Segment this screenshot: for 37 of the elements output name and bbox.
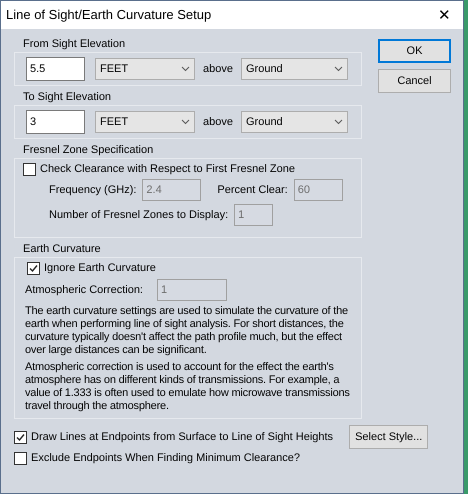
dialog-button[interactable]: Cancel: [378, 69, 451, 93]
checkbox-label: Draw Lines at Endpoints from Surface to Line of Sight Heights: [31, 430, 334, 444]
chevron-down-icon: [334, 66, 343, 72]
chevron-down-icon: [334, 119, 343, 125]
group-title: Fresnel Zone Specification: [23, 143, 154, 157]
field-label: Percent Clear:: [217, 183, 288, 197]
group-title: To Sight Elevation: [23, 90, 112, 104]
check-icon: [29, 264, 38, 272]
dropdown[interactable]: FEET: [95, 111, 195, 133]
chevron-down-icon: [181, 119, 190, 125]
chevron-down-icon: [181, 66, 190, 72]
check-icon: [16, 432, 25, 442]
above-label: above: [203, 115, 233, 129]
dropdown[interactable]: Ground: [240, 111, 348, 133]
field-label: Atmospheric Correction:: [25, 283, 143, 297]
checkbox-label: Ignore Earth Curvature: [44, 261, 156, 275]
checkbox[interactable]: [23, 162, 36, 176]
field-label: Number of Fresnel Zones to Display:: [49, 208, 228, 222]
dropdown[interactable]: Ground: [240, 58, 348, 80]
checkbox-label: Check Clearance with Respect to First Fresnel Zone: [40, 162, 295, 176]
window-title: Line of Sight/Earth Curvature Setup: [6, 8, 212, 22]
checkbox-label: Exclude Endpoints When Finding Minimum Clearance?: [31, 451, 300, 465]
above-label: above: [203, 62, 233, 76]
checkbox[interactable]: [27, 262, 40, 274]
checkbox[interactable]: [14, 430, 27, 444]
select-style-button[interactable]: Select Style...: [349, 425, 428, 449]
dropdown[interactable]: FEET: [95, 58, 195, 80]
elevation-field[interactable]: 3: [26, 110, 85, 134]
close-button[interactable]: ✕: [438, 8, 451, 22]
elevation-field[interactable]: 5.5: [26, 57, 85, 81]
description-text: The earth curvature settings are used to simulate the curvature of the earth when performing line of sight analysis. For short distances, the curvature typically doesn't affect the path profile much, but the effect over large distances can be significant.: [25, 305, 349, 357]
group-title: From Sight Elevation: [23, 37, 126, 51]
group-title: Earth Curvature: [23, 242, 102, 256]
dialog-button[interactable]: OK: [378, 39, 451, 63]
description-text: Atmospheric correction is used to account for the effect the earth's atmosphere has on different kinds of transmissions. For example, a value of 1.333 is often used to emulate how microwave transmissions travel through the atmosphere.: [25, 361, 351, 413]
checkbox[interactable]: [14, 452, 27, 464]
field-label: Frequency (GHz):: [49, 183, 136, 197]
